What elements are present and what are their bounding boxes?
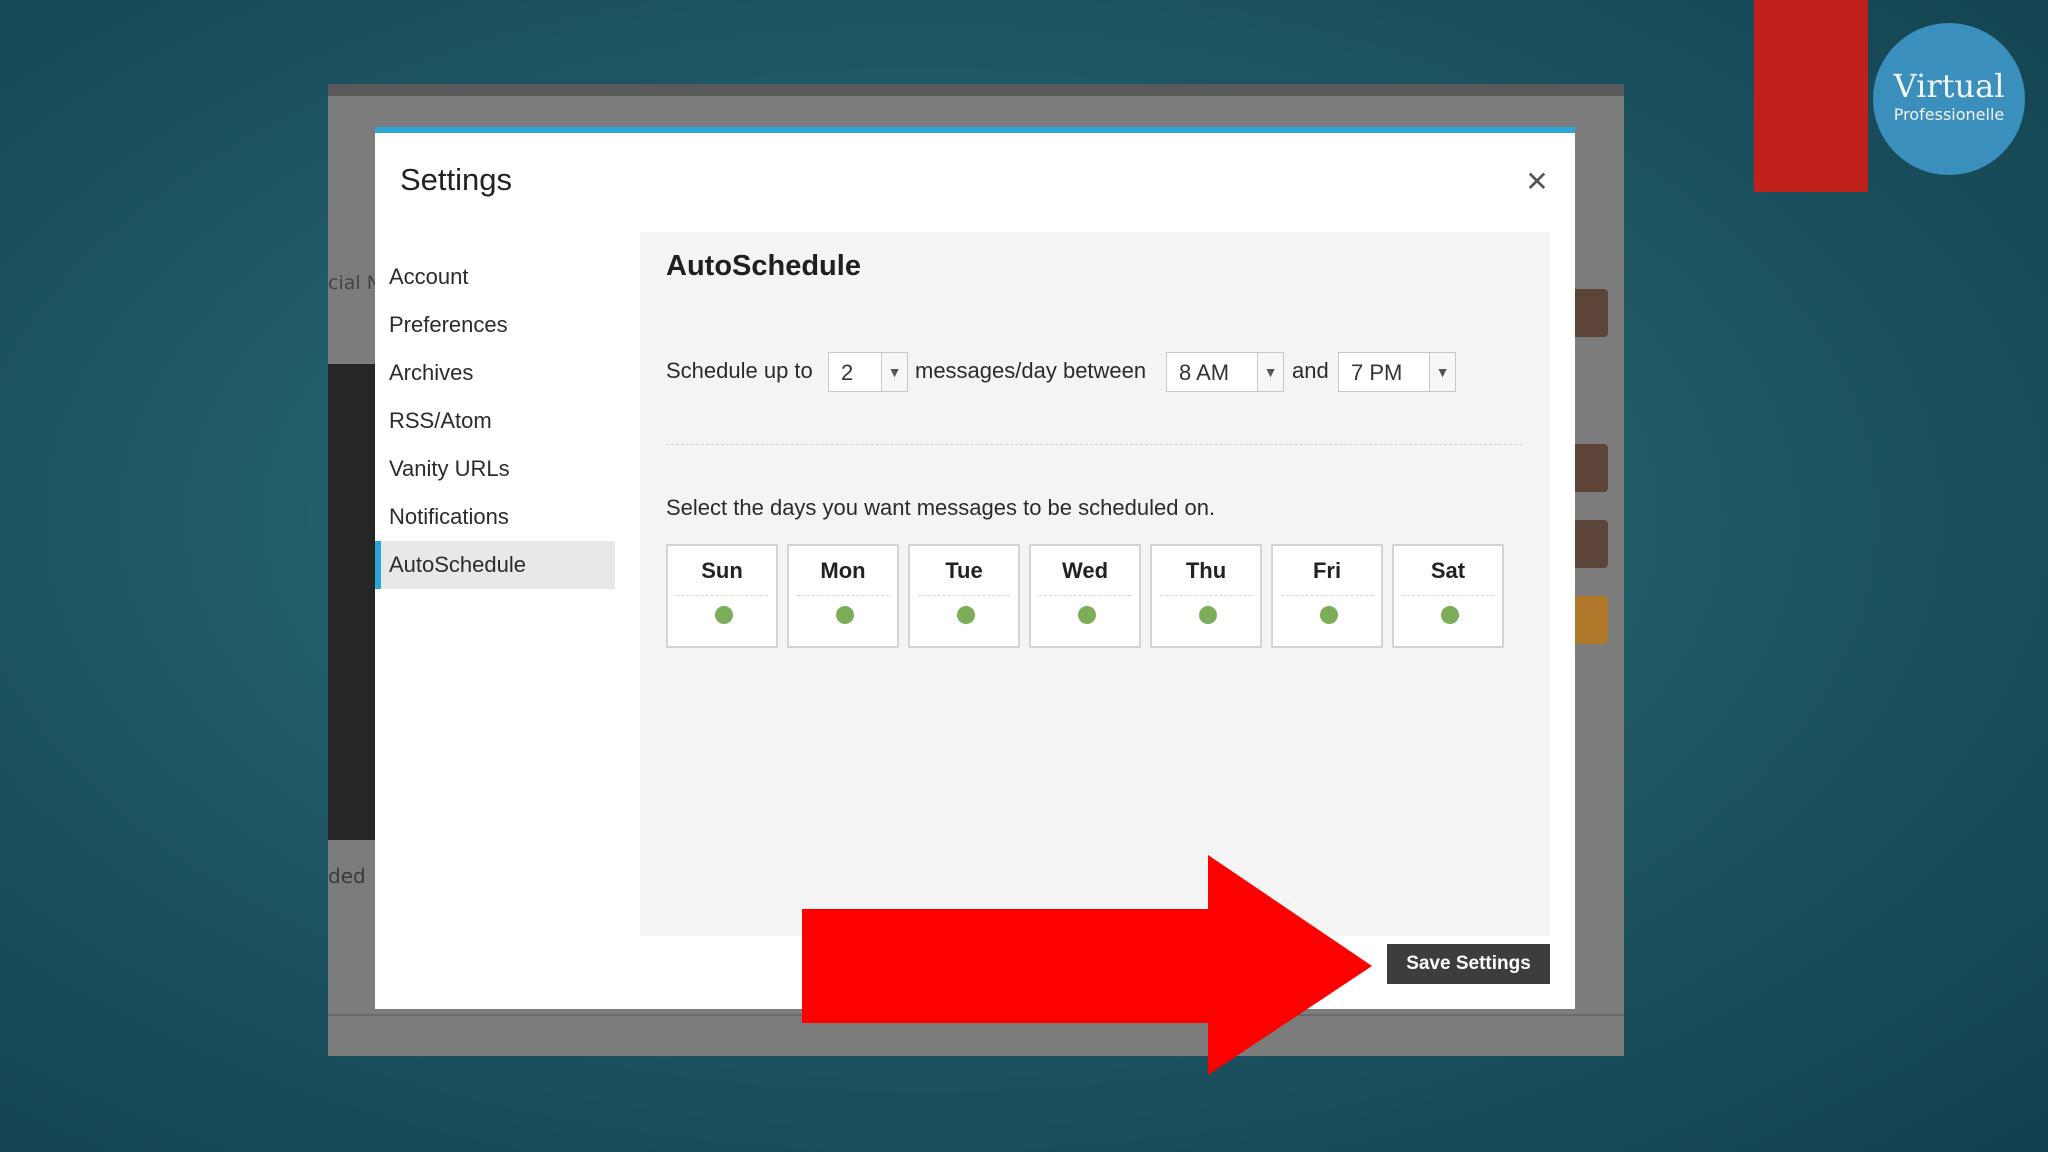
settings-sidebar: Account Preferences Archives RSS/Atom Va…	[375, 253, 615, 589]
start-time-value: 8 AM	[1179, 360, 1230, 385]
end-time-value: 7 PM	[1351, 360, 1403, 385]
enabled-dot-icon	[957, 606, 975, 624]
messages-count-value: 2	[841, 360, 854, 385]
enabled-dot-icon	[1078, 606, 1096, 624]
save-settings-button[interactable]: Save Settings	[1387, 944, 1550, 984]
and-label: and	[1292, 358, 1329, 383]
day-label: Thu	[1160, 558, 1252, 596]
enabled-dot-icon	[715, 606, 733, 624]
end-time-select[interactable]: 7 PM ▼	[1338, 352, 1456, 392]
day-label: Fri	[1281, 558, 1373, 596]
sidebar-item-rss-atom[interactable]: RSS/Atom	[375, 397, 615, 445]
day-toggle-thu[interactable]: Thu	[1150, 544, 1262, 648]
chevron-down-icon: ▼	[881, 353, 907, 391]
schedule-prefix-label: Schedule up to	[666, 358, 813, 383]
sidebar-item-account[interactable]: Account	[375, 253, 615, 301]
autoschedule-panel: AutoSchedule Schedule up to 2 ▼ messages…	[640, 232, 1550, 936]
modal-title: Settings	[400, 162, 513, 197]
background-text-fragment: ded	[328, 864, 366, 888]
messages-count-select[interactable]: 2 ▼	[828, 352, 908, 392]
start-time-select[interactable]: 8 AM ▼	[1166, 352, 1284, 392]
arrow-right-icon	[802, 855, 1372, 1075]
brand-logo: Virtual Professionelle	[1873, 23, 2025, 175]
day-toggle-mon[interactable]: Mon	[787, 544, 899, 648]
day-label: Sun	[676, 558, 768, 596]
brand-red-bar	[1754, 0, 1868, 192]
enabled-dot-icon	[1441, 606, 1459, 624]
background-media-panel	[328, 364, 376, 840]
sidebar-item-archives[interactable]: Archives	[375, 349, 615, 397]
enabled-dot-icon	[1199, 606, 1217, 624]
chevron-down-icon: ▼	[1257, 353, 1283, 391]
brand-title: Virtual	[1893, 67, 2005, 105]
sidebar-item-notifications[interactable]: Notifications	[375, 493, 615, 541]
day-label: Mon	[797, 558, 889, 596]
chevron-down-icon: ▼	[1429, 353, 1455, 391]
enabled-dot-icon	[1320, 606, 1338, 624]
sidebar-item-preferences[interactable]: Preferences	[375, 301, 615, 349]
enabled-dot-icon	[836, 606, 854, 624]
day-toggle-wed[interactable]: Wed	[1029, 544, 1141, 648]
section-divider	[666, 444, 1522, 445]
days-instruction: Select the days you want messages to be …	[666, 495, 1216, 520]
day-label: Sat	[1402, 558, 1494, 596]
day-toggle-tue[interactable]: Tue	[908, 544, 1020, 648]
day-label: Wed	[1039, 558, 1131, 596]
sidebar-item-autoschedule[interactable]: AutoSchedule	[375, 541, 615, 589]
day-label: Tue	[918, 558, 1010, 596]
background-toolbar	[328, 84, 1624, 96]
day-toggle-fri[interactable]: Fri	[1271, 544, 1383, 648]
section-title: AutoSchedule	[666, 250, 861, 282]
day-toggle-sat[interactable]: Sat	[1392, 544, 1504, 648]
brand-subtitle: Professionelle	[1893, 105, 2005, 124]
day-toggle-sun[interactable]: Sun	[666, 544, 778, 648]
close-icon[interactable]: ✕	[1522, 167, 1552, 197]
messages-suffix-label: messages/day between	[915, 358, 1147, 383]
sidebar-item-vanity-urls[interactable]: Vanity URLs	[375, 445, 615, 493]
